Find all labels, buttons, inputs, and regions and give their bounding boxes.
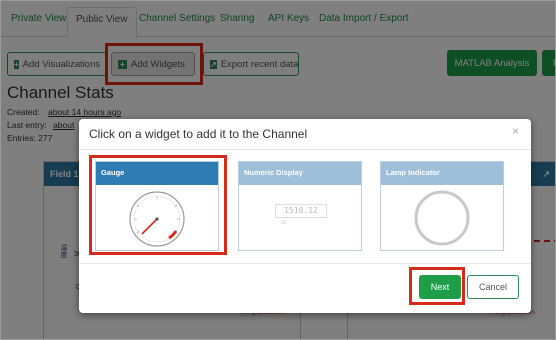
modal-title: Click on a widget to add it to the Chann… bbox=[89, 127, 308, 141]
numeric-display-widget-label: Numeric Display bbox=[239, 162, 361, 185]
close-icon[interactable]: × bbox=[512, 124, 519, 138]
numeric-display-sub: 28 bbox=[281, 220, 287, 226]
add-widget-modal: Click on a widget to add it to the Chann… bbox=[79, 119, 531, 313]
next-button-highlight bbox=[409, 267, 465, 305]
cancel-button[interactable]: Cancel bbox=[467, 275, 519, 299]
numeric-display-widget-card[interactable]: Numeric Display 1518.12 28 bbox=[238, 161, 362, 251]
gauge-selection-highlight bbox=[89, 155, 227, 255]
modal-footer-divider bbox=[79, 263, 531, 264]
lamp-indicator-preview-icon bbox=[414, 190, 470, 246]
lamp-indicator-widget-card[interactable]: Lamp Indicator bbox=[380, 161, 504, 251]
numeric-display-value: 1518.12 bbox=[275, 204, 327, 218]
app-window: Private View Public View Channel Setting… bbox=[0, 0, 556, 340]
lamp-indicator-widget-label: Lamp Indicator bbox=[381, 162, 503, 185]
modal-header-divider bbox=[79, 149, 531, 150]
